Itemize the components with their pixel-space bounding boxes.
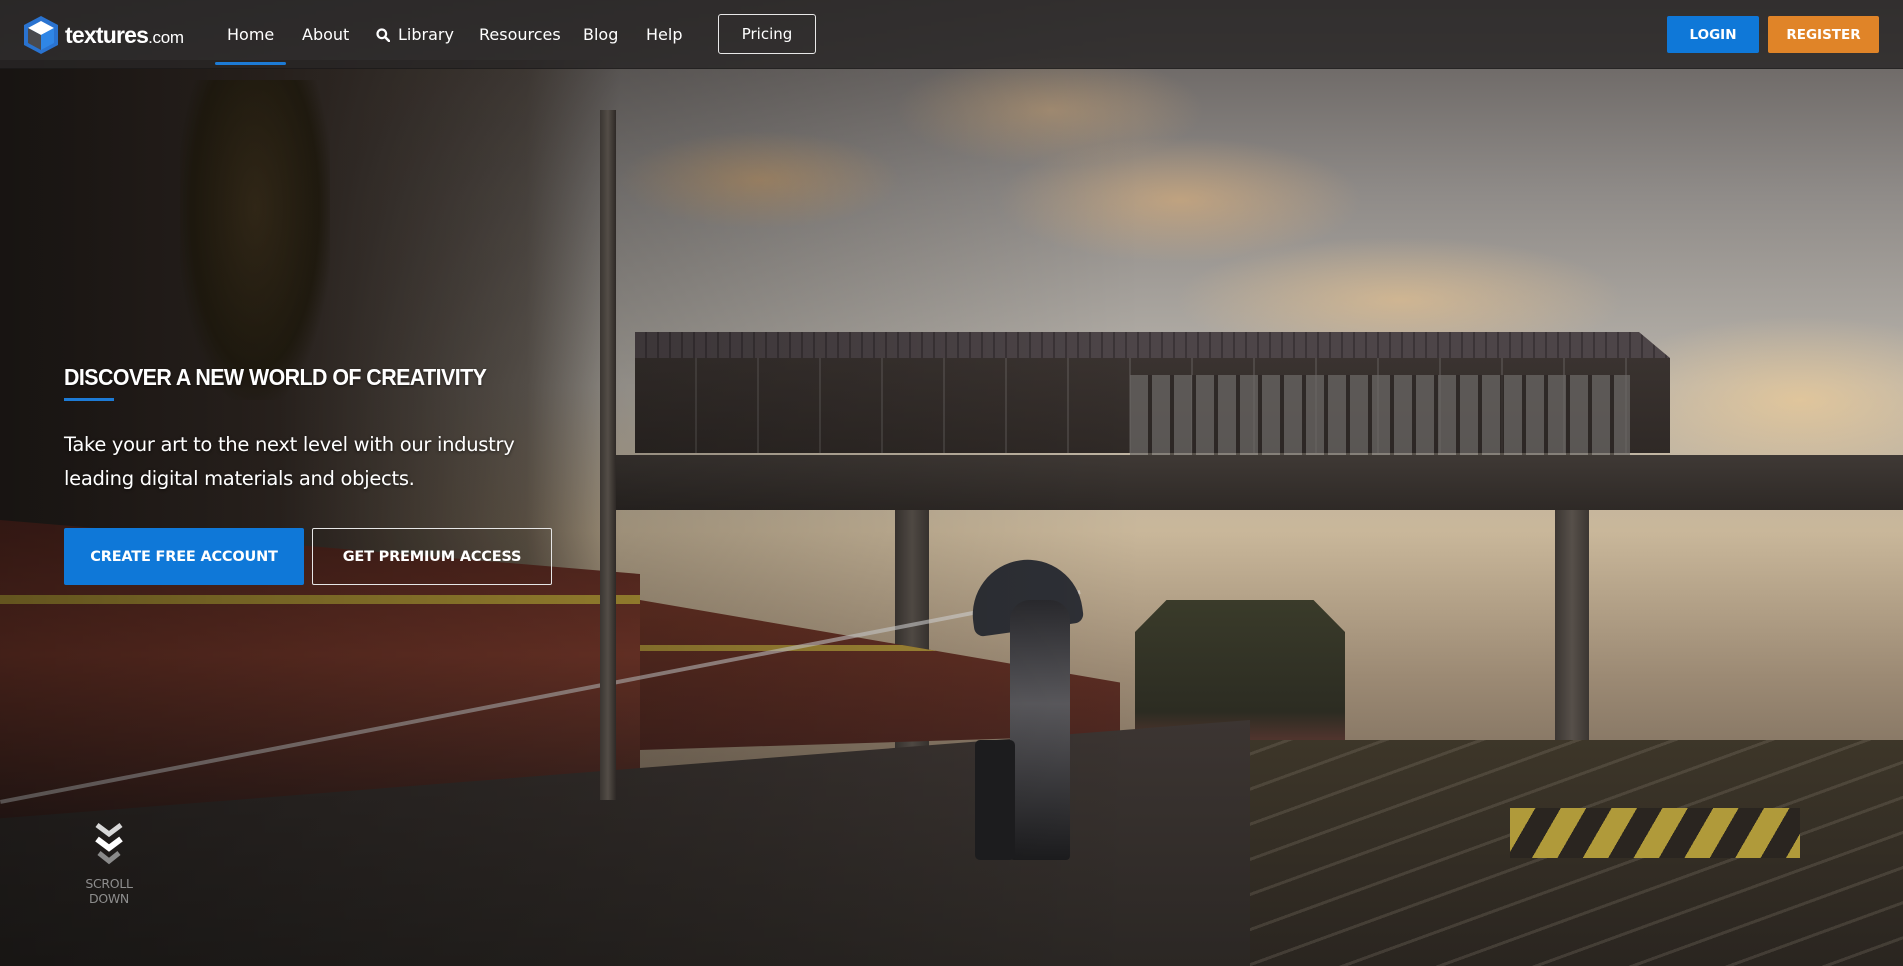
nav-help[interactable]: Help [646, 24, 682, 46]
create-free-account-button[interactable]: CREATE FREE ACCOUNT [64, 528, 304, 585]
nav-about[interactable]: About [302, 24, 349, 46]
chevron-down-icon [95, 823, 123, 865]
hero-title: DISCOVER A NEW WORLD OF CREATIVITY [64, 364, 487, 390]
nav-library[interactable]: Library [376, 24, 454, 46]
search-icon [376, 28, 390, 42]
nav-resources[interactable]: Resources [479, 24, 561, 46]
pricing-button[interactable]: Pricing [718, 14, 816, 54]
title-accent-underline [64, 398, 114, 401]
logo-suffix: .com [148, 27, 184, 47]
scroll-down-label: SCROLL DOWN [85, 876, 133, 906]
get-premium-access-button[interactable]: GET PREMIUM ACCESS [312, 528, 552, 585]
cube-logo-icon [24, 16, 58, 54]
hero-subtitle: Take your art to the next level with our… [64, 433, 515, 490]
top-navbar: textures.com Home About Library Resource… [0, 0, 1903, 69]
register-button[interactable]: REGISTER [1768, 16, 1879, 53]
logo[interactable]: textures.com [23, 15, 184, 55]
logo-wordmark: textures [65, 21, 149, 48]
nav-home[interactable]: Home [214, 24, 287, 65]
scroll-down-button[interactable]: SCROLL DOWN [64, 822, 154, 906]
login-button[interactable]: LOGIN [1667, 16, 1759, 53]
nav-blog[interactable]: Blog [583, 24, 618, 46]
